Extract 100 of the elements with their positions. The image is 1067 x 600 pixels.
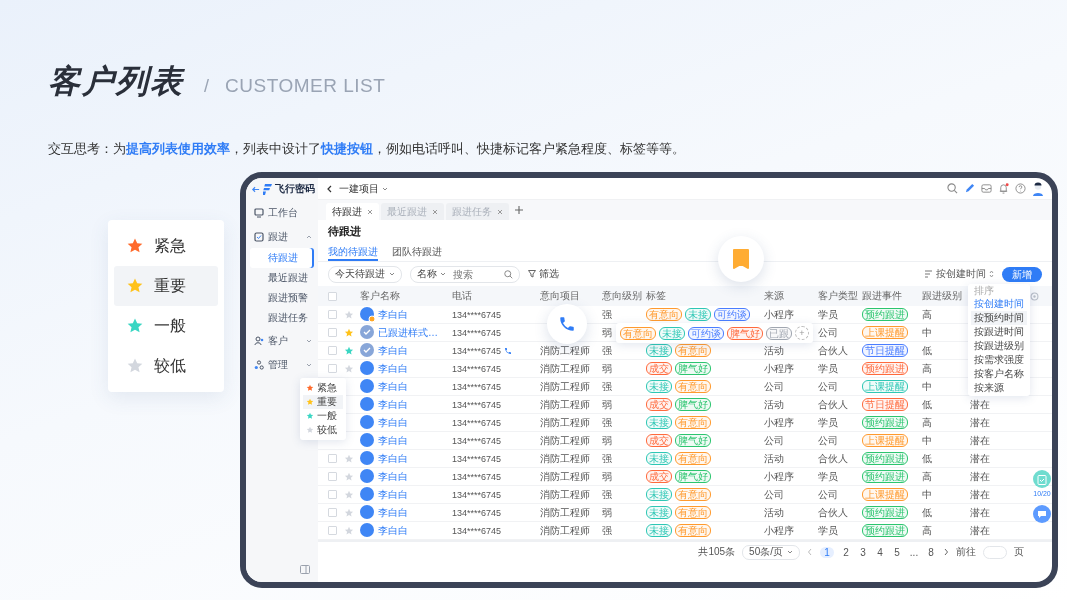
search-icon[interactable]: [947, 183, 958, 194]
chat-button[interactable]: [1033, 505, 1051, 523]
sub-tab[interactable]: 我的待跟进: [328, 242, 378, 261]
sidebar-item[interactable]: 工作台: [246, 202, 318, 224]
search-field[interactable]: 名称 搜索: [410, 265, 520, 283]
tag[interactable]: 成交: [646, 434, 672, 447]
previous-page-icon[interactable]: [807, 548, 813, 556]
row-checkbox[interactable]: [328, 472, 337, 481]
sidebar-subitem[interactable]: 跟进预警: [250, 288, 314, 308]
customer-name-link[interactable]: 李白白: [378, 379, 408, 394]
priority-option[interactable]: 重要: [114, 266, 218, 306]
help-icon[interactable]: [1015, 183, 1026, 194]
row-checkbox[interactable]: [328, 310, 337, 319]
customer-name-link[interactable]: 李白白: [378, 415, 408, 430]
star-icon[interactable]: [344, 471, 354, 482]
sidebar-item[interactable]: 管理: [246, 354, 318, 376]
sort-option[interactable]: 按跟进时间: [971, 325, 1027, 339]
sort-option[interactable]: 按预约时间: [971, 311, 1027, 325]
page-number[interactable]: 8: [926, 546, 936, 558]
tag[interactable]: 成交: [646, 362, 672, 375]
row-checkbox[interactable]: [328, 346, 337, 355]
customer-name-link[interactable]: 李白白: [378, 505, 408, 520]
row-checkbox[interactable]: [328, 508, 337, 517]
tag[interactable]: 脾气好: [675, 362, 711, 375]
sidebar-item[interactable]: 跟进: [246, 226, 318, 248]
sidebar-toggle-icon[interactable]: [300, 565, 310, 574]
filter-button[interactable]: 筛选: [528, 267, 559, 281]
collapse-arrow-icon[interactable]: [251, 184, 260, 194]
priority-option[interactable]: 一般: [114, 306, 218, 346]
customer-name-link[interactable]: 李白白: [378, 469, 408, 484]
pencil-icon[interactable]: [964, 183, 975, 194]
close-icon[interactable]: [497, 208, 503, 215]
tag[interactable]: 可约谈: [688, 326, 724, 340]
tag[interactable]: 已跟: [766, 326, 792, 340]
page-number[interactable]: 5: [892, 546, 902, 558]
priority-option[interactable]: 较低: [303, 423, 343, 437]
tag[interactable]: 成交: [646, 470, 672, 483]
page-number[interactable]: ...: [909, 546, 919, 558]
sort-option[interactable]: 按客户名称: [971, 367, 1027, 381]
sidebar-item[interactable]: 客户: [246, 330, 318, 352]
bookmark-bubble[interactable]: [718, 236, 764, 282]
close-icon[interactable]: [432, 208, 438, 215]
star-icon[interactable]: [344, 345, 354, 356]
bell-icon[interactable]: [998, 183, 1009, 194]
phone-icon[interactable]: [504, 346, 513, 355]
customer-name-link[interactable]: 李白白: [378, 487, 408, 502]
add-button[interactable]: 新增: [1002, 266, 1042, 282]
sort-option[interactable]: 按跟进级别: [971, 339, 1027, 353]
next-page-icon[interactable]: [943, 548, 949, 556]
search-icon[interactable]: [504, 269, 513, 279]
priority-option[interactable]: 紧急: [114, 226, 218, 266]
priority-option[interactable]: 重要: [303, 395, 343, 409]
star-icon[interactable]: [344, 489, 354, 500]
call-bubble[interactable]: [547, 304, 587, 344]
sort-option[interactable]: 按需求强度: [971, 353, 1027, 367]
priority-option[interactable]: 较低: [114, 346, 218, 386]
star-icon[interactable]: [344, 507, 354, 518]
customer-name-link[interactable]: 李白白: [378, 361, 408, 376]
page-number[interactable]: 3: [858, 546, 868, 558]
priority-option[interactable]: 一般: [303, 409, 343, 423]
star-icon[interactable]: [344, 309, 354, 320]
sort-option[interactable]: 按创建时间: [971, 297, 1027, 311]
close-icon[interactable]: [367, 208, 373, 215]
tag[interactable]: 脾气好: [727, 326, 763, 340]
tag[interactable]: 成交: [646, 398, 672, 411]
tag[interactable]: 脾气好: [675, 398, 711, 411]
field-select[interactable]: 名称: [417, 267, 437, 281]
customer-name-link[interactable]: 已跟进样式…: [378, 325, 438, 340]
range-select[interactable]: 今天待跟进: [328, 265, 402, 283]
task-button[interactable]: [1033, 470, 1051, 488]
star-icon[interactable]: [344, 327, 354, 338]
row-checkbox[interactable]: [328, 454, 337, 463]
row-checkbox[interactable]: [328, 526, 337, 535]
page-number[interactable]: 2: [841, 546, 851, 558]
settings-icon[interactable]: [1030, 291, 1039, 301]
sidebar-subitem[interactable]: 最近跟进: [250, 268, 314, 288]
sub-tab[interactable]: 团队待跟进: [392, 242, 442, 261]
page-input[interactable]: [983, 545, 1007, 559]
star-icon[interactable]: [344, 453, 354, 464]
tag[interactable]: 脾气好: [675, 470, 711, 483]
priority-option[interactable]: 紧急: [303, 381, 343, 395]
page-number[interactable]: 4: [875, 546, 885, 558]
row-checkbox[interactable]: [328, 490, 337, 499]
tag[interactable]: 可约谈: [714, 308, 750, 321]
tag[interactable]: 脾气好: [675, 434, 711, 447]
select-all-checkbox[interactable]: [328, 291, 337, 301]
back-icon[interactable]: [326, 184, 333, 193]
sidebar-subitem[interactable]: 待跟进: [250, 248, 314, 268]
sort-select[interactable]: 按创建时间: [924, 267, 994, 281]
star-icon[interactable]: [344, 525, 354, 536]
page-size-select[interactable]: 50条/页: [742, 544, 800, 560]
customer-name-link[interactable]: 李白白: [378, 451, 408, 466]
customer-name-link[interactable]: 李白白: [378, 343, 408, 358]
sort-option[interactable]: 按来源: [971, 381, 1027, 395]
add-tab-icon[interactable]: [515, 206, 523, 214]
customer-name-link[interactable]: 李白白: [378, 433, 408, 448]
user-avatar-icon[interactable]: [1032, 181, 1044, 196]
inbox-icon[interactable]: [981, 183, 992, 194]
row-checkbox[interactable]: [328, 364, 337, 373]
project-selector[interactable]: 一建项目: [339, 181, 379, 196]
